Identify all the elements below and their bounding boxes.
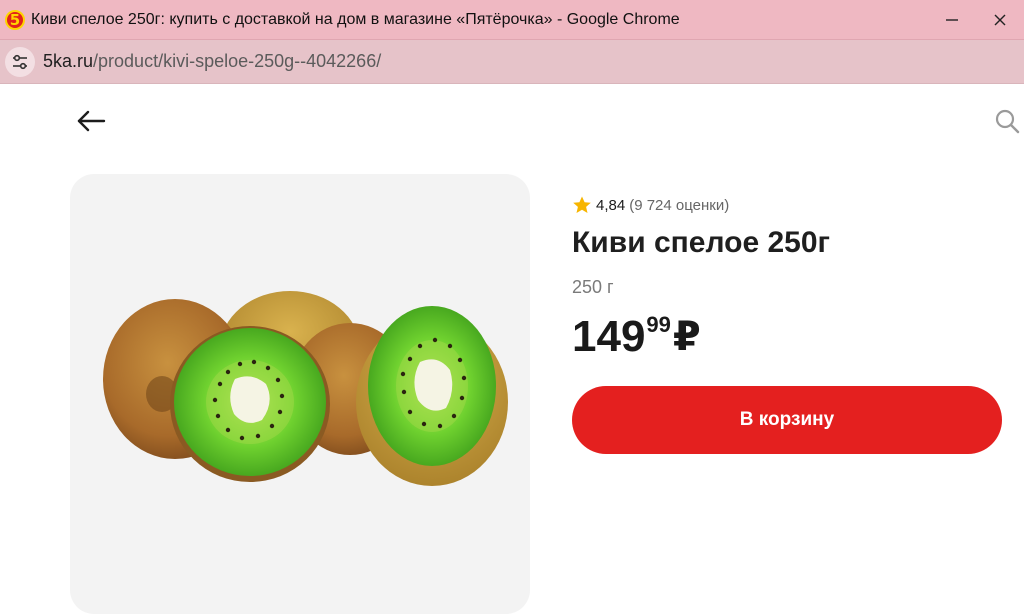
arrow-left-icon	[77, 110, 106, 132]
address-bar[interactable]: 5ka.ru/product/kivi-speloe-250g--4042266…	[0, 40, 1024, 84]
url-path: /product/kivi-speloe-250g--4042266/	[93, 51, 382, 71]
product-image-card	[70, 174, 530, 614]
site-settings-icon[interactable]	[5, 46, 35, 77]
price-kopecks: 99	[646, 312, 671, 337]
product-weight: 250 г	[572, 277, 614, 297]
url-text[interactable]: 5ka.ru/product/kivi-speloe-250g--4042266…	[43, 51, 381, 72]
back-button[interactable]	[74, 104, 108, 138]
search-icon	[995, 109, 1020, 134]
search-button[interactable]	[992, 106, 1022, 136]
close-icon[interactable]	[976, 0, 1024, 40]
url-host: 5ka.ru	[43, 51, 94, 71]
rating-score: 4,84	[596, 196, 626, 214]
rating-count: (9 724 оценки)	[629, 196, 730, 214]
browser-title-bar: 5 Киви спелое 250г: купить с доставкой н…	[0, 0, 1024, 40]
product-rating[interactable]: 4,84 (9 724 оценки)	[572, 194, 729, 216]
window-controls	[928, 0, 1024, 40]
product-title: Киви спелое 250г	[572, 226, 831, 259]
price-rubles: 149	[572, 312, 646, 361]
star-icon	[573, 196, 591, 213]
pyaterochka-favicon-icon: 5	[5, 9, 25, 30]
kiwi-product-image	[103, 291, 508, 486]
window-title: Киви спелое 250г: купить с доставкой на …	[31, 10, 680, 28]
add-to-cart-button[interactable]: В корзину	[572, 386, 1002, 454]
minimize-icon[interactable]	[928, 0, 976, 40]
price-currency: ₽	[672, 315, 701, 359]
product-price: 149 99 ₽	[572, 312, 701, 362]
